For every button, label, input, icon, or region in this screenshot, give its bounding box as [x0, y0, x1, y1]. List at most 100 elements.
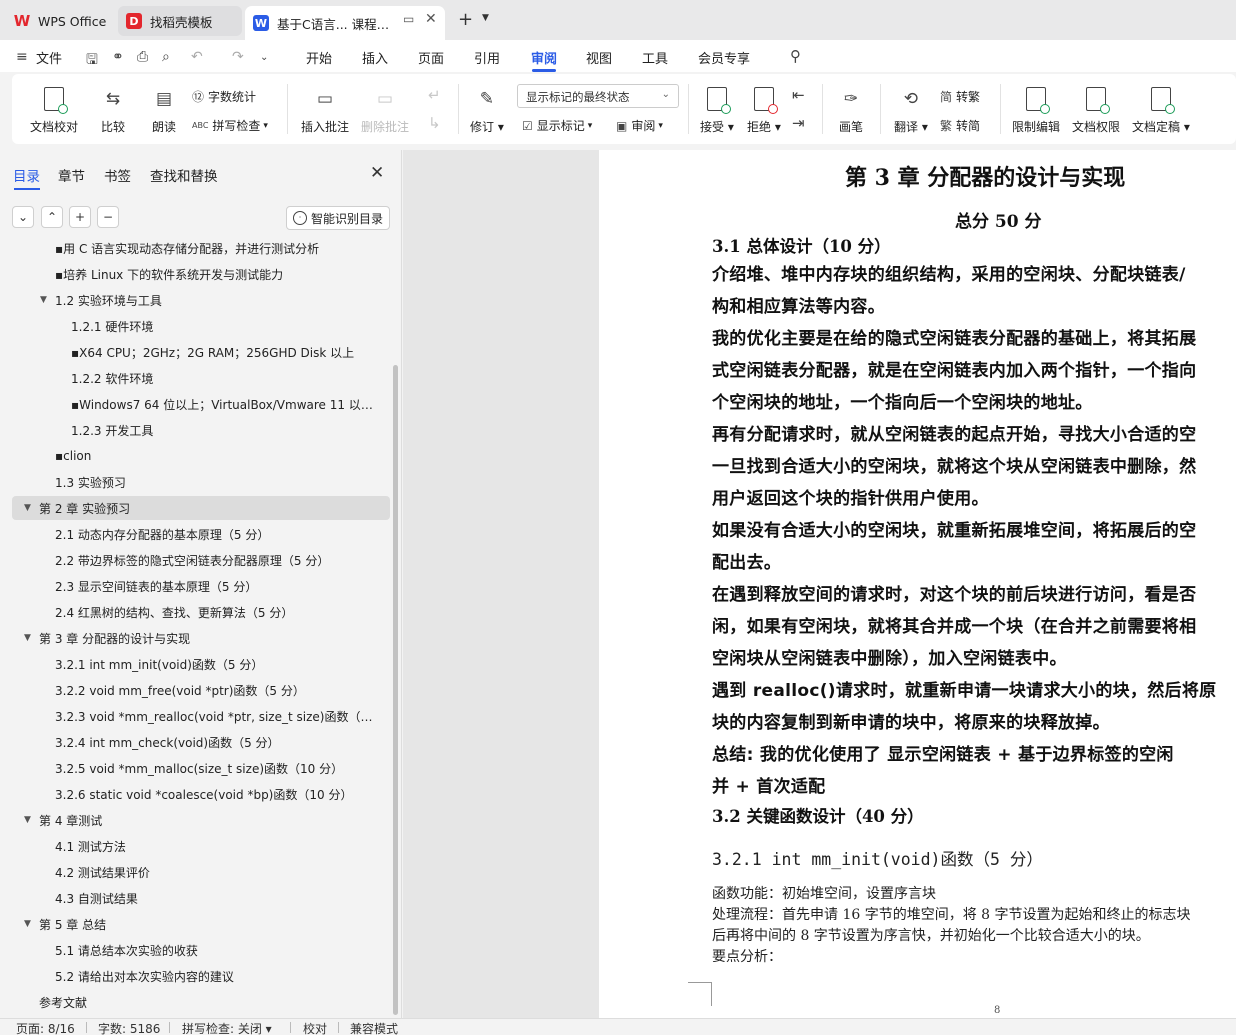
toc-item[interactable]: 5.1 请总结本次实验的收获: [12, 938, 390, 962]
review-pane-button[interactable]: ▣ 审阅 ▾: [616, 117, 663, 134]
track-changes-button[interactable]: ✎ 修订 ▾: [470, 86, 504, 135]
markup-state-select[interactable]: 显示标记的最终状态 ⌄: [517, 84, 679, 108]
menu-reference[interactable]: 引用: [474, 48, 500, 67]
toc-item[interactable]: 1.2.3 开发工具: [12, 418, 390, 442]
toc-item[interactable]: 3.2.4 int mm_check(void)函数（5 分）: [12, 730, 390, 754]
prev-change-icon[interactable]: ⇤: [792, 86, 805, 104]
redo-icon[interactable]: ↷: [232, 49, 244, 65]
toc-item[interactable]: ▼ 第 2 章 实验预习: [12, 496, 390, 520]
search-icon[interactable]: ⚲: [790, 47, 801, 65]
translate-button[interactable]: ⟲ 翻译 ▾: [894, 86, 928, 135]
toc-item[interactable]: 3.2.3 void *mm_realloc(void *ptr, size_t…: [12, 704, 390, 728]
show-markup-button[interactable]: ☑ 显示标记 ▾: [522, 117, 592, 134]
toc-item[interactable]: ▪用 C 语言实现动态存储分配器，并进行测试分析: [12, 238, 390, 260]
spell-check-button[interactable]: ABC 拼写检查 ▾: [192, 117, 268, 134]
insert-comment-button[interactable]: ▭ 插入批注: [301, 86, 349, 135]
spell-check-status[interactable]: 拼写检查: 关闭 ▾: [182, 1020, 272, 1035]
menu-file[interactable]: 文件: [36, 48, 62, 67]
chevron-down-icon[interactable]: ⌄: [260, 52, 268, 63]
toc-item[interactable]: 3.2.1 int mm_init(void)函数（5 分）: [12, 652, 390, 676]
toc-item[interactable]: ▪clion: [12, 444, 390, 468]
compare-button[interactable]: ⇆ 比较: [100, 86, 126, 135]
page-indicator[interactable]: 页面: 8/16: [16, 1020, 75, 1035]
remove-heading-button[interactable]: −: [97, 206, 119, 228]
next-comment-icon[interactable]: ↳: [428, 114, 441, 132]
toc-item[interactable]: ▼ 第 5 章 总结: [12, 912, 390, 936]
print-preview-icon[interactable]: ⌕: [162, 49, 170, 65]
tab-wps-office[interactable]: W WPS Office: [14, 6, 114, 36]
close-tab-icon[interactable]: ✕: [425, 11, 437, 27]
undo-icon[interactable]: ↶: [191, 49, 203, 65]
toc-item[interactable]: 1.2.2 软件环境: [12, 366, 390, 390]
word-count-button[interactable]: ⑫ 字数统计: [192, 88, 256, 105]
toc-item[interactable]: ▪培养 Linux 下的软件系统开发与测试能力: [12, 262, 390, 286]
to-traditional-button[interactable]: 简 转繁: [940, 88, 980, 105]
ink-button[interactable]: ✑ 画笔: [838, 86, 864, 135]
toc-item[interactable]: 4.2 测试结果评价: [12, 860, 390, 884]
toc-item[interactable]: 2.1 动态内存分配器的基本原理（5 分）: [12, 522, 390, 546]
toc-item[interactable]: 参考文献: [12, 990, 390, 1014]
toc-item[interactable]: 5.2 请给出对本次实验内容的建议: [12, 964, 390, 988]
chevron-down-icon[interactable]: ▼: [482, 13, 489, 23]
menu-home[interactable]: 开始: [306, 48, 332, 67]
toc-item[interactable]: 3.2.6 static void *coalesce(void *bp)函数（…: [12, 782, 390, 806]
toc-item[interactable]: ▼ 第 4 章测试: [12, 808, 390, 832]
doc-finalize-button[interactable]: 文档定稿 ▾: [1132, 86, 1190, 135]
reject-button[interactable]: 拒绝 ▾: [747, 86, 781, 135]
print-icon[interactable]: ⎙: [137, 49, 148, 65]
close-icon[interactable]: ✕: [370, 163, 384, 183]
menu-tools[interactable]: 工具: [642, 48, 668, 67]
toc-item[interactable]: ▼ 1.2 实验环境与工具: [12, 288, 390, 312]
hamburger-icon[interactable]: ≡: [16, 49, 28, 65]
expand-toggle-icon[interactable]: ▼: [24, 919, 31, 929]
toc-item[interactable]: ▼ 第 3 章 分配器的设计与实现: [12, 626, 390, 650]
collapse-all-button[interactable]: ⌄: [12, 206, 34, 228]
menu-page[interactable]: 页面: [418, 48, 444, 67]
menu-member[interactable]: 会员专享: [698, 48, 750, 67]
save-icon[interactable]: 🖫: [86, 49, 98, 73]
delete-comment-button[interactable]: ▭ 删除批注: [361, 86, 409, 135]
prev-comment-icon[interactable]: ↵: [428, 86, 441, 104]
toc-item[interactable]: 1.3 实验预习: [12, 470, 390, 494]
expand-toggle-icon[interactable]: ▼: [24, 815, 31, 825]
toc-item[interactable]: 3.2.5 void *mm_malloc(size_t size)函数（10 …: [12, 756, 390, 780]
menu-review[interactable]: 审阅: [531, 48, 557, 67]
expand-up-button[interactable]: ⌃: [41, 206, 63, 228]
share-icon[interactable]: ⚭: [112, 49, 124, 65]
read-aloud-button[interactable]: ▤ 朗读: [151, 86, 177, 135]
menu-view[interactable]: 视图: [586, 48, 612, 67]
new-tab-icon[interactable]: +: [458, 9, 473, 30]
document-page[interactable]: 第 3 章 分配器的设计与实现 总分 50 分 3.1 总体设计（10 分） 介…: [599, 150, 1236, 1018]
toc-item[interactable]: 2.2 带边界标签的隐式空闲链表分配器原理（5 分）: [12, 548, 390, 572]
nav-tab-toc[interactable]: 目录: [13, 165, 40, 185]
expand-toggle-icon[interactable]: ▼: [24, 503, 31, 513]
toc-item[interactable]: 4.1 测试方法: [12, 834, 390, 858]
toc-item[interactable]: ▪X64 CPU；2GHz；2G RAM；256GHD Disk 以上: [12, 340, 390, 364]
toc-item[interactable]: 3.2.2 void mm_free(void *ptr)函数（5 分）: [12, 678, 390, 702]
proofread-status[interactable]: 校对: [303, 1020, 327, 1035]
to-simplified-button[interactable]: 繁 转简: [940, 117, 980, 134]
word-count[interactable]: 字数: 5186: [98, 1020, 160, 1035]
smart-toc-button[interactable]: · 智能识别目录: [286, 206, 390, 230]
nav-tab-chapters[interactable]: 章节: [58, 165, 85, 185]
nav-tab-find-replace[interactable]: 查找和替换: [150, 165, 218, 185]
add-heading-button[interactable]: +: [69, 206, 91, 228]
toc-item[interactable]: 4.3 自测试结果: [12, 886, 390, 910]
toc-item[interactable]: 2.4 红黑树的结构、查找、更新算法（5 分）: [12, 600, 390, 624]
scrollbar[interactable]: [393, 365, 398, 1015]
next-change-icon[interactable]: ⇥: [792, 114, 805, 132]
toc-item[interactable]: 1.2.1 硬件环境: [12, 314, 390, 338]
proofread-button[interactable]: 文档校对: [30, 86, 78, 135]
window-icon[interactable]: ▭: [403, 12, 414, 26]
expand-toggle-icon[interactable]: ▼: [24, 633, 31, 643]
doc-permission-button[interactable]: 文档权限: [1072, 86, 1120, 135]
toc-item[interactable]: 2.3 显示空间链表的基本原理（5 分）: [12, 574, 390, 598]
menu-insert[interactable]: 插入: [362, 48, 388, 67]
expand-toggle-icon[interactable]: ▼: [40, 295, 47, 305]
accept-button[interactable]: 接受 ▾: [700, 86, 734, 135]
tab-current-document[interactable]: W 基于C语言... 课程论文 ▭ ✕: [245, 6, 445, 40]
tab-docer-template[interactable]: D 找稻壳模板: [118, 6, 242, 36]
toc-item[interactable]: ▪Windows7 64 位以上；VirtualBox/Vmware 11 以上…: [12, 392, 390, 416]
nav-tab-bookmarks[interactable]: 书签: [104, 165, 131, 185]
restrict-edit-button[interactable]: 限制编辑: [1012, 86, 1060, 135]
